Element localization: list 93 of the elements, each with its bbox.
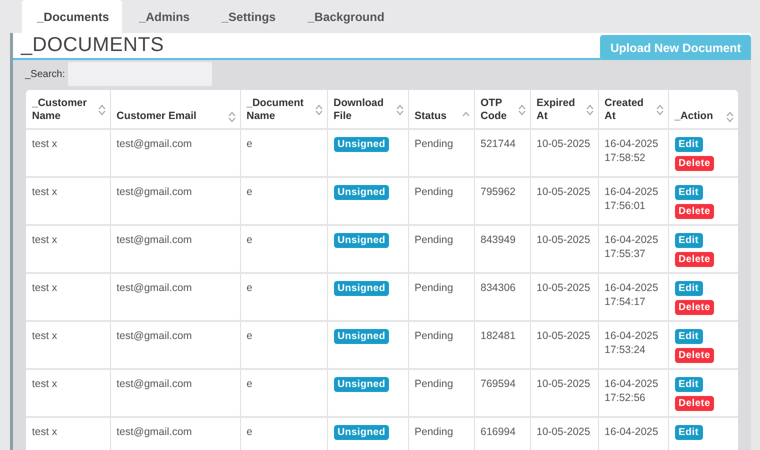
table-cell: test x: [26, 177, 110, 225]
column-header[interactable]: Created At: [598, 90, 668, 129]
tab[interactable]: _Settings: [206, 0, 291, 33]
table-cell: test@gmail.com: [110, 129, 240, 177]
table-cell: 521744: [474, 129, 530, 177]
table-cell: Pending: [408, 129, 474, 177]
edit-button[interactable]: Edit: [674, 281, 703, 296]
upload-button[interactable]: Upload New Document: [600, 35, 751, 60]
table-cell: 182481: [474, 321, 530, 369]
table-cell: 16-04-2025 17:53:24: [598, 321, 668, 369]
column-header[interactable]: _Document Name: [240, 90, 327, 129]
edit-button[interactable]: Edit: [674, 329, 703, 344]
table-cell: e: [240, 369, 327, 417]
table-cell: e: [240, 417, 327, 450]
table-cell: Pending: [408, 225, 474, 273]
table-cell: 795962: [474, 177, 530, 225]
delete-button[interactable]: Delete: [674, 252, 714, 267]
unsigned-badge[interactable]: Unsigned: [334, 137, 390, 152]
table-cell: e: [240, 321, 327, 369]
column-header[interactable]: OTP Code: [474, 90, 530, 129]
table-cell: Pending: [408, 177, 474, 225]
column-header[interactable]: Status: [408, 90, 474, 129]
table-cell: 16-04-2025 17:54:17: [598, 273, 668, 321]
table-cell: 769594: [474, 369, 530, 417]
sort-icon[interactable]: [518, 104, 526, 116]
table-cell: Pending: [408, 273, 474, 321]
table-cell: Pending: [408, 369, 474, 417]
edit-button[interactable]: Edit: [674, 233, 703, 248]
table-cell: test x: [26, 369, 110, 417]
table-cell: e: [240, 129, 327, 177]
table-cell: 10-05-2025: [530, 129, 598, 177]
sort-icon[interactable]: [228, 110, 236, 122]
tab[interactable]: _Documents: [22, 0, 122, 33]
unsigned-badge[interactable]: Unsigned: [334, 281, 390, 296]
table-cell: test@gmail.com: [110, 273, 240, 321]
table-cell: test@gmail.com: [110, 177, 240, 225]
tab[interactable]: _Admins: [124, 0, 205, 33]
sort-icon[interactable]: [726, 110, 734, 122]
table-cell: 10-05-2025: [530, 273, 598, 321]
unsigned-badge[interactable]: Unsigned: [334, 329, 390, 344]
sort-icon[interactable]: [586, 104, 594, 116]
table-cell: 10-05-2025: [530, 225, 598, 273]
search-label: _Search:: [25, 68, 66, 80]
delete-button[interactable]: Delete: [674, 348, 714, 363]
table-cell: 834306: [474, 273, 530, 321]
delete-button[interactable]: Delete: [674, 300, 714, 315]
table-cell: test x: [26, 225, 110, 273]
column-header[interactable]: Expired At: [530, 90, 598, 129]
table-cell: e: [240, 273, 327, 321]
table-cell: 843949: [474, 225, 530, 273]
table-cell: test@gmail.com: [110, 321, 240, 369]
table-cell: 16-04-2025 17:52:56: [598, 369, 668, 417]
table-cell: test x: [26, 129, 110, 177]
table-cell: 616994: [474, 417, 530, 450]
table-cell: test@gmail.com: [110, 225, 240, 273]
table-cell: test@gmail.com: [110, 417, 240, 450]
table-cell: test x: [26, 417, 110, 450]
tab[interactable]: _Background: [292, 0, 400, 33]
unsigned-badge[interactable]: Unsigned: [334, 185, 390, 200]
edit-button[interactable]: Edit: [674, 185, 703, 200]
sort-icon[interactable]: [656, 104, 664, 116]
column-header[interactable]: Download File: [327, 90, 408, 129]
unsigned-badge[interactable]: Unsigned: [334, 425, 390, 440]
table-cell: 16-04-2025 17:58:52: [598, 129, 668, 177]
table-cell: Pending: [408, 321, 474, 369]
sort-icon[interactable]: [314, 104, 322, 116]
delete-button[interactable]: Delete: [674, 396, 714, 411]
edit-button[interactable]: Edit: [674, 377, 703, 392]
unsigned-badge[interactable]: Unsigned: [334, 233, 390, 248]
unsigned-badge[interactable]: Unsigned: [334, 377, 390, 392]
table-cell: 10-05-2025: [530, 177, 598, 225]
page-title: _DOCUMENTS: [21, 33, 164, 58]
table-cell: Pending: [408, 417, 474, 450]
table-cell: test@gmail.com: [110, 369, 240, 417]
table-cell: 10-05-2025: [530, 369, 598, 417]
table-cell: 16-04-2025 17:56:01: [598, 177, 668, 225]
table-cell: 16-04-2025 17:55:37: [598, 225, 668, 273]
table-cell: 10-05-2025: [530, 321, 598, 369]
sort-icon[interactable]: [396, 104, 404, 116]
table-cell: test x: [26, 273, 110, 321]
table-cell: e: [240, 225, 327, 273]
table-cell: test x: [26, 321, 110, 369]
delete-button[interactable]: Delete: [674, 204, 714, 219]
edit-button[interactable]: Edit: [674, 137, 703, 152]
sort-icon[interactable]: [98, 104, 106, 116]
edit-button[interactable]: Edit: [674, 425, 703, 440]
column-header[interactable]: Customer Email: [110, 90, 240, 129]
column-header[interactable]: _Customer Name: [26, 90, 110, 129]
table-cell: 10-05-2025: [530, 417, 598, 450]
delete-button[interactable]: Delete: [674, 156, 714, 171]
table-cell: 16-04-2025: [598, 417, 668, 450]
table-cell: e: [240, 177, 327, 225]
column-header[interactable]: _Action: [668, 90, 738, 129]
